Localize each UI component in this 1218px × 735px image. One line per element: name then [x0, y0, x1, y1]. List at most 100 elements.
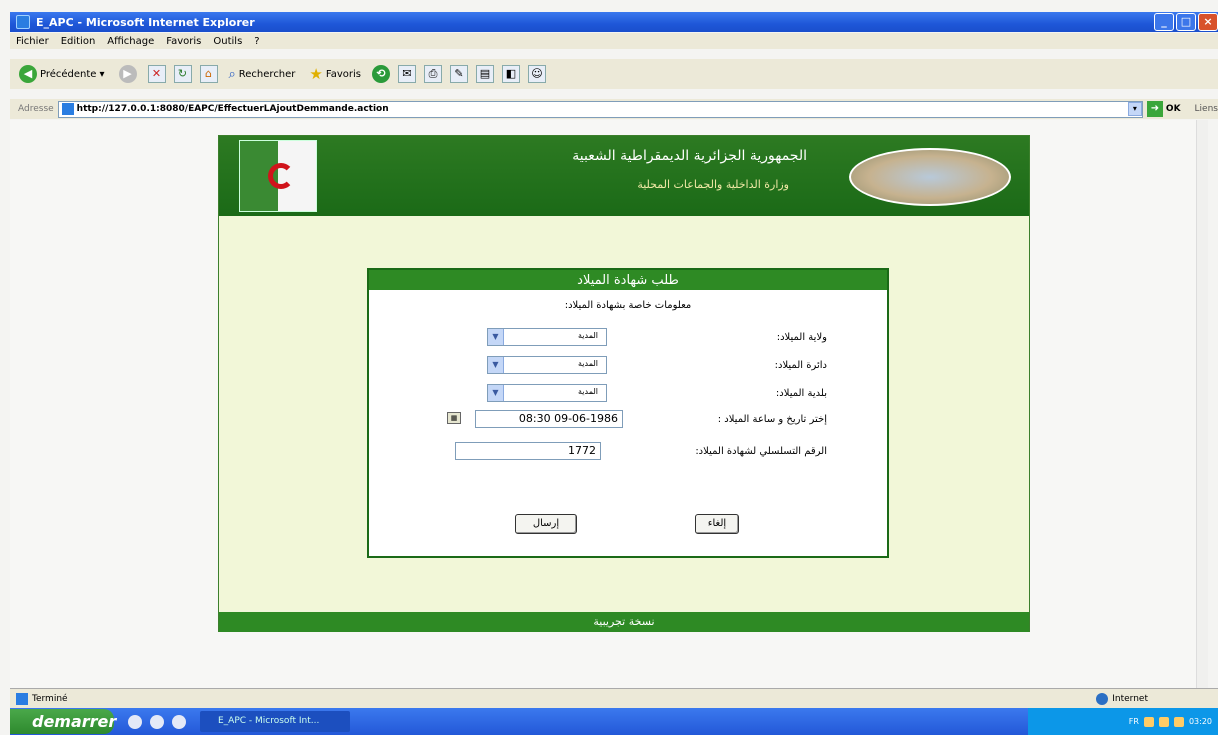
vertical-scrollbar[interactable]	[1196, 120, 1208, 688]
toolbar: ◀ Précédente ▾ ▶ ✕ ↻ ⌂ ⌕ Rechercher ★ Fa…	[10, 59, 1218, 89]
taskbar: demarrer E_APC - Microsoft Int... FR 03:…	[10, 708, 1218, 735]
status-bar: Terminé Internet	[10, 688, 1218, 708]
chevron-down-icon: ▼	[488, 357, 504, 373]
menu-help[interactable]: ?	[254, 36, 259, 47]
search-button[interactable]: ⌕ Rechercher	[226, 62, 299, 86]
menu-favoris[interactable]: Favoris	[166, 36, 201, 47]
calendar-icon[interactable]: ▦	[447, 412, 461, 424]
building-photo	[849, 148, 1011, 206]
clock: 03:20	[1188, 717, 1212, 726]
go-button[interactable]: ➜ OK	[1146, 101, 1181, 117]
commune-row: بلدية الميلاد: ▼ المدية	[369, 384, 887, 406]
back-arrow-icon: ◀	[19, 65, 37, 83]
back-button[interactable]: ◀ Précédente ▾	[16, 62, 108, 86]
page-viewport: الجمهورية الجزائرية الديمقراطية الشعبية …	[10, 120, 1208, 688]
desktop-quicklaunch-icon[interactable]	[172, 714, 186, 729]
status-left: Terminé	[16, 692, 68, 705]
app-page: الجمهورية الجزائرية الديمقراطية الشعبية …	[218, 135, 1030, 632]
go-label: OK	[1165, 104, 1181, 114]
favorites-label: Favoris	[325, 68, 361, 80]
ie-quicklaunch-icon[interactable]	[128, 714, 142, 729]
page-icon	[61, 103, 74, 115]
back-label: Précédente	[40, 68, 97, 80]
birth-certificate-form: طلب شهادة الميلاد معلومات خاصة بشهادة ال…	[367, 268, 889, 558]
history-icon[interactable]: ⟲	[371, 65, 390, 83]
app-header: الجمهورية الجزائرية الديمقراطية الشعبية …	[219, 136, 1029, 216]
commune-label: بلدية الميلاد:	[775, 388, 827, 399]
taskbar-ie-window[interactable]: E_APC - Microsoft Int...	[200, 711, 350, 732]
page-footer: نسخة تجريبية	[219, 612, 1029, 632]
address-dropdown-icon[interactable]: ▾	[1127, 102, 1142, 116]
status-text: Terminé	[32, 693, 68, 704]
chevron-down-icon: ▼	[488, 385, 504, 401]
daira-select[interactable]: ▼ المدية	[487, 356, 607, 374]
menu-affichage[interactable]: Affichage	[107, 36, 154, 47]
algerian-flag-image	[239, 140, 317, 212]
daira-row: دائرة الميلاد: ▼ المدية	[369, 356, 887, 378]
security-icon[interactable]	[1173, 716, 1184, 727]
datetime-row: إختر تاريخ و ساعة الميلاد : ▦ 08:30 09-0…	[369, 410, 887, 432]
form-title: طلب شهادة الميلاد	[369, 270, 887, 292]
edit-icon[interactable]: ✎	[449, 65, 468, 83]
forward-button[interactable]: ▶	[116, 62, 140, 86]
back-dropdown-icon: ▾	[99, 68, 105, 80]
window-controls: _ □ ×	[1154, 13, 1218, 31]
wilaya-value: المدية	[578, 331, 598, 340]
header-title: الجمهورية الجزائرية الديمقراطية الشعبية	[572, 148, 807, 164]
crescent-icon	[268, 163, 294, 189]
commune-value: المدية	[578, 387, 598, 396]
go-arrow-icon: ➜	[1146, 101, 1163, 117]
network-icon[interactable]	[1143, 716, 1154, 727]
quick-launch	[128, 714, 186, 729]
menu-edition[interactable]: Edition	[61, 36, 96, 47]
volume-icon[interactable]	[1158, 716, 1169, 727]
links-button[interactable]: Liens	[1195, 104, 1218, 114]
section-label: معلومات خاصة بشهادة الميلاد:	[564, 300, 692, 311]
wilaya-select[interactable]: ▼ المدية	[487, 328, 607, 346]
close-button[interactable]: ×	[1198, 13, 1218, 31]
media-quicklaunch-icon[interactable]	[150, 714, 164, 729]
stop-icon[interactable]: ✕	[147, 65, 166, 83]
search-icon: ⌕	[228, 66, 236, 82]
print-icon[interactable]: ⎙	[423, 65, 442, 83]
refresh-icon[interactable]: ↻	[173, 65, 192, 83]
wilaya-row: ولاية الميلاد: ▼ المدية	[369, 328, 887, 350]
send-button[interactable]: إرسال	[515, 514, 577, 534]
menu-bar: Fichier Edition Affichage Favoris Outils…	[10, 33, 1218, 49]
datetime-label: إختر تاريخ و ساعة الميلاد :	[717, 414, 827, 425]
daira-value: المدية	[578, 359, 598, 368]
datetime-input[interactable]: 08:30 09-06-1986	[475, 410, 623, 428]
cancel-button[interactable]: إلغاء	[695, 514, 739, 534]
chevron-down-icon: ▼	[488, 329, 504, 345]
messenger-icon[interactable]: ☺	[527, 65, 546, 83]
mail-icon[interactable]: ✉	[397, 65, 416, 83]
zone-text: Internet	[1112, 693, 1148, 704]
globe-icon	[1096, 692, 1109, 705]
serial-input[interactable]: 1772	[455, 442, 601, 460]
discuss-icon[interactable]: ▤	[475, 65, 494, 83]
ie-icon	[16, 15, 30, 29]
done-icon	[16, 692, 28, 705]
minimize-button[interactable]: _	[1154, 13, 1174, 31]
home-icon[interactable]: ⌂	[199, 65, 218, 83]
address-url: http://127.0.0.1:8080/EAPC/EffectuerLAjo…	[76, 104, 389, 114]
language-indicator[interactable]: FR	[1129, 717, 1139, 726]
menu-fichier[interactable]: Fichier	[16, 36, 49, 47]
favorites-button[interactable]: ★ Favoris	[306, 62, 364, 86]
address-input[interactable]: http://127.0.0.1:8080/EAPC/EffectuerLAjo…	[57, 100, 1143, 118]
menu-outils[interactable]: Outils	[213, 36, 242, 47]
title-bar[interactable]: E_APC - Microsoft Internet Explorer _ □ …	[10, 12, 1218, 32]
system-tray: FR 03:20	[1028, 708, 1218, 735]
address-bar: Adresse http://127.0.0.1:8080/EAPC/Effec…	[10, 99, 1218, 119]
address-label: Adresse	[18, 104, 54, 114]
commune-select[interactable]: ▼ المدية	[487, 384, 607, 402]
search-label: Rechercher	[238, 68, 296, 80]
browser-window: E_APC - Microsoft Internet Explorer _ □ …	[0, 0, 1218, 735]
daira-label: دائرة الميلاد:	[774, 360, 827, 371]
wilaya-label: ولاية الميلاد:	[776, 332, 827, 343]
header-subtitle: وزارة الداخلية والجماعات المحلية	[637, 178, 789, 191]
start-button[interactable]: demarrer	[10, 709, 116, 734]
window-title: E_APC - Microsoft Internet Explorer	[36, 15, 255, 29]
maximize-button[interactable]: □	[1176, 13, 1196, 31]
research-icon[interactable]: ◧	[501, 65, 520, 83]
